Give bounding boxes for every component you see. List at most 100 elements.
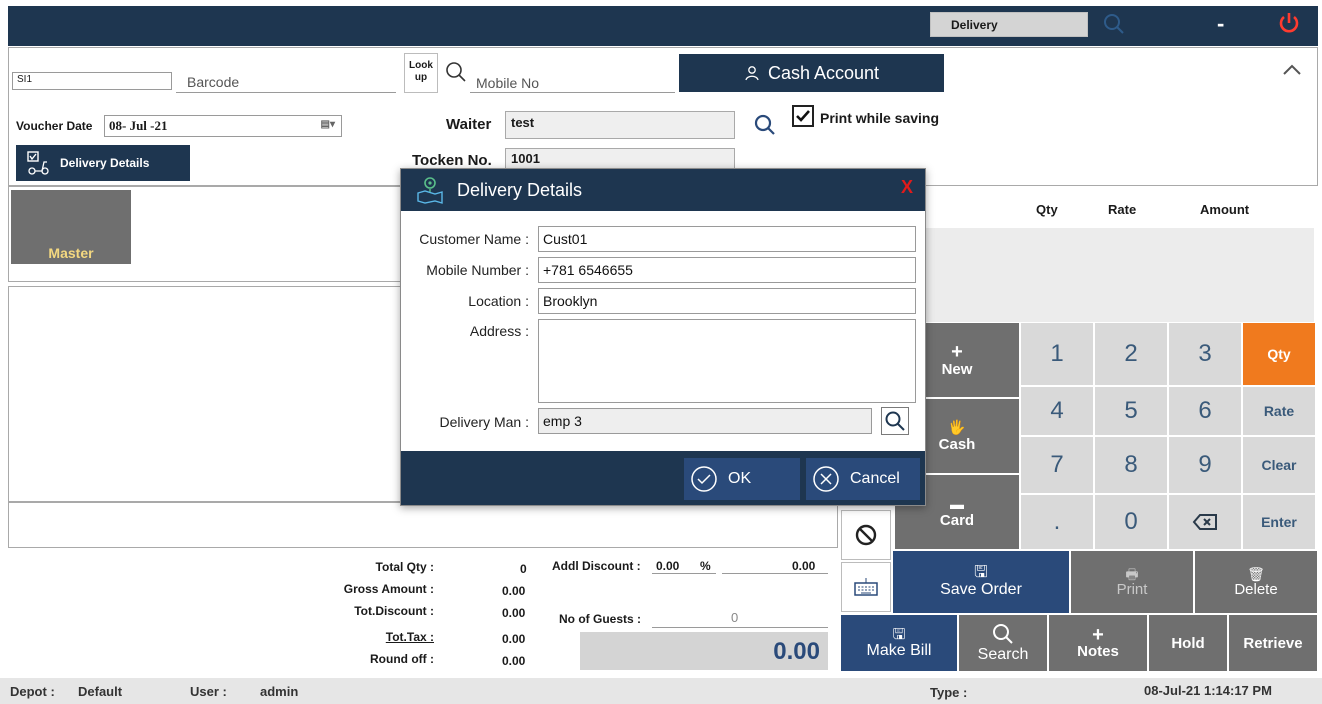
bill-save-icon: 🖫	[892, 625, 906, 643]
key-rate[interactable]: Rate	[1242, 386, 1316, 436]
keyboard-button[interactable]	[841, 562, 891, 612]
lookup-search-icon[interactable]	[444, 60, 468, 84]
key-9[interactable]: 9	[1168, 436, 1242, 494]
cancel-label: Cancel	[850, 470, 900, 487]
user-icon	[745, 66, 759, 81]
addl-discount-percent-field[interactable]: 0.00	[656, 559, 679, 573]
lookup-label-1: Look	[409, 60, 433, 71]
barcode-field[interactable]	[176, 92, 396, 93]
hold-button[interactable]: Hold	[1148, 614, 1228, 672]
addl-discount-value-underline	[722, 573, 828, 574]
search-button[interactable]: Search	[958, 614, 1048, 672]
lookup-label-2: up	[414, 72, 428, 83]
tot-tax-label[interactable]: Tot.Tax :	[314, 630, 434, 644]
delivery-man-label: Delivery Man :	[439, 414, 529, 430]
key-decimal[interactable]: .	[1020, 494, 1094, 550]
key-0[interactable]: 0	[1094, 494, 1168, 550]
depot-label: Depot :	[10, 684, 55, 699]
cancel-button[interactable]: Cancel	[806, 458, 920, 500]
print-button[interactable]: 🖶 Print	[1070, 550, 1194, 614]
address-label: Address :	[469, 323, 529, 339]
gross-amount-label: Gross Amount :	[343, 582, 434, 596]
bill-grid-header: Qty Rate Amount	[926, 192, 1314, 228]
status-bar: Depot : Default User : admin Type : 08-J…	[0, 678, 1322, 704]
save-icon: 🖫	[974, 564, 988, 581]
notes-label: Notes	[1077, 642, 1119, 660]
new-label: New	[941, 360, 973, 378]
delivery-location-icon	[417, 177, 443, 204]
chevron-up-icon[interactable]	[1282, 62, 1302, 76]
mobile-no-label: Mobile No	[476, 75, 540, 91]
series-field[interactable]: SI1	[12, 72, 172, 90]
barcode-label: Barcode	[187, 74, 240, 90]
addl-discount-pct-underline	[652, 573, 716, 574]
key-qty[interactable]: Qty	[1242, 322, 1316, 386]
key-5[interactable]: 5	[1094, 386, 1168, 436]
checkmark-icon	[796, 110, 810, 122]
mobile-number-field[interactable]: +781 6546655	[538, 257, 916, 283]
master-category-tile[interactable]: Master	[11, 190, 131, 264]
ok-button[interactable]: OK	[684, 458, 800, 500]
customer-name-field[interactable]: Cust01	[538, 226, 916, 252]
lookup-button[interactable]: Look up	[404, 53, 438, 93]
delivery-details-dialog: Delivery Details X Customer Name : Cust0…	[400, 168, 926, 506]
key-2[interactable]: 2	[1094, 322, 1168, 386]
waiter-search-icon[interactable]	[752, 112, 778, 138]
backspace-button[interactable]	[1168, 494, 1242, 550]
round-off-value: 0.00	[502, 654, 526, 668]
bill-grid-body	[926, 228, 1314, 322]
cash-account-button[interactable]: Cash Account	[679, 54, 944, 92]
delivery-man-search-button[interactable]	[881, 407, 909, 435]
power-icon[interactable]	[1276, 10, 1302, 36]
notes-button[interactable]: + Notes	[1048, 614, 1148, 672]
voucher-date-field[interactable]: 08- Jul -21 ▤▾	[104, 115, 342, 137]
type-label: Type :	[930, 685, 968, 700]
key-3[interactable]: 3	[1168, 322, 1242, 386]
gross-amount-value: 0.00	[502, 584, 526, 598]
prohibited-icon	[855, 524, 877, 546]
save-order-button[interactable]: 🖫 Save Order	[892, 550, 1070, 614]
minimize-button[interactable]: -	[1217, 13, 1224, 35]
make-bill-button[interactable]: 🖫 Make Bill	[840, 614, 958, 672]
card-icon: ▬	[950, 495, 964, 512]
print-while-saving-checkbox[interactable]	[792, 105, 814, 127]
grid-column-rate: Rate	[1108, 202, 1137, 217]
delivery-details-button[interactable]: Delivery Details	[16, 145, 190, 181]
grid-column-qty: Qty	[1036, 202, 1058, 217]
delivery-man-search-icon	[885, 411, 905, 431]
address-field[interactable]	[538, 319, 916, 403]
search-icon[interactable]	[1100, 10, 1128, 38]
order-type-select[interactable]: Delivery	[930, 12, 1088, 37]
key-7[interactable]: 7	[1020, 436, 1094, 494]
cash-account-label: Cash Account	[767, 62, 880, 83]
magnifier-icon	[993, 624, 1013, 644]
total-qty-label: Total Qty :	[375, 560, 434, 574]
voucher-date-label: Voucher Date	[16, 119, 93, 133]
location-field[interactable]: Brooklyn	[538, 288, 916, 314]
key-enter[interactable]: Enter	[1242, 494, 1316, 550]
retrieve-button[interactable]: Retrieve	[1228, 614, 1318, 672]
calendar-dropdown-icon[interactable]: ▤▾	[321, 119, 335, 130]
void-button[interactable]	[841, 510, 891, 560]
guests-field[interactable]: 0	[731, 610, 738, 625]
status-datetime: 08-Jul-21 1:14:17 PM	[1144, 683, 1272, 698]
key-4[interactable]: 4	[1020, 386, 1094, 436]
guests-label: No of Guests :	[559, 612, 642, 626]
key-6[interactable]: 6	[1168, 386, 1242, 436]
x-circle-icon	[813, 466, 839, 492]
dialog-close-button[interactable]: X	[901, 177, 913, 198]
keyboard-icon	[854, 578, 878, 596]
printer-icon: 🖶	[1125, 565, 1139, 582]
key-1[interactable]: 1	[1020, 322, 1094, 386]
grand-total: 0.00	[580, 632, 828, 670]
key-clear[interactable]: Clear	[1242, 436, 1316, 494]
delete-button[interactable]: 🗑 Delete	[1194, 550, 1318, 614]
key-8[interactable]: 8	[1094, 436, 1168, 494]
delivery-man-field[interactable]: emp 3	[538, 408, 872, 434]
depot-value: Default	[78, 684, 123, 699]
voucher-date-value: 08- Jul -21	[109, 118, 168, 133]
tot-discount-label: Tot.Discount :	[354, 604, 434, 618]
waiter-field[interactable]: test	[505, 111, 735, 139]
mobile-no-field[interactable]	[470, 92, 675, 93]
addl-discount-value[interactable]: 0.00	[792, 559, 815, 573]
